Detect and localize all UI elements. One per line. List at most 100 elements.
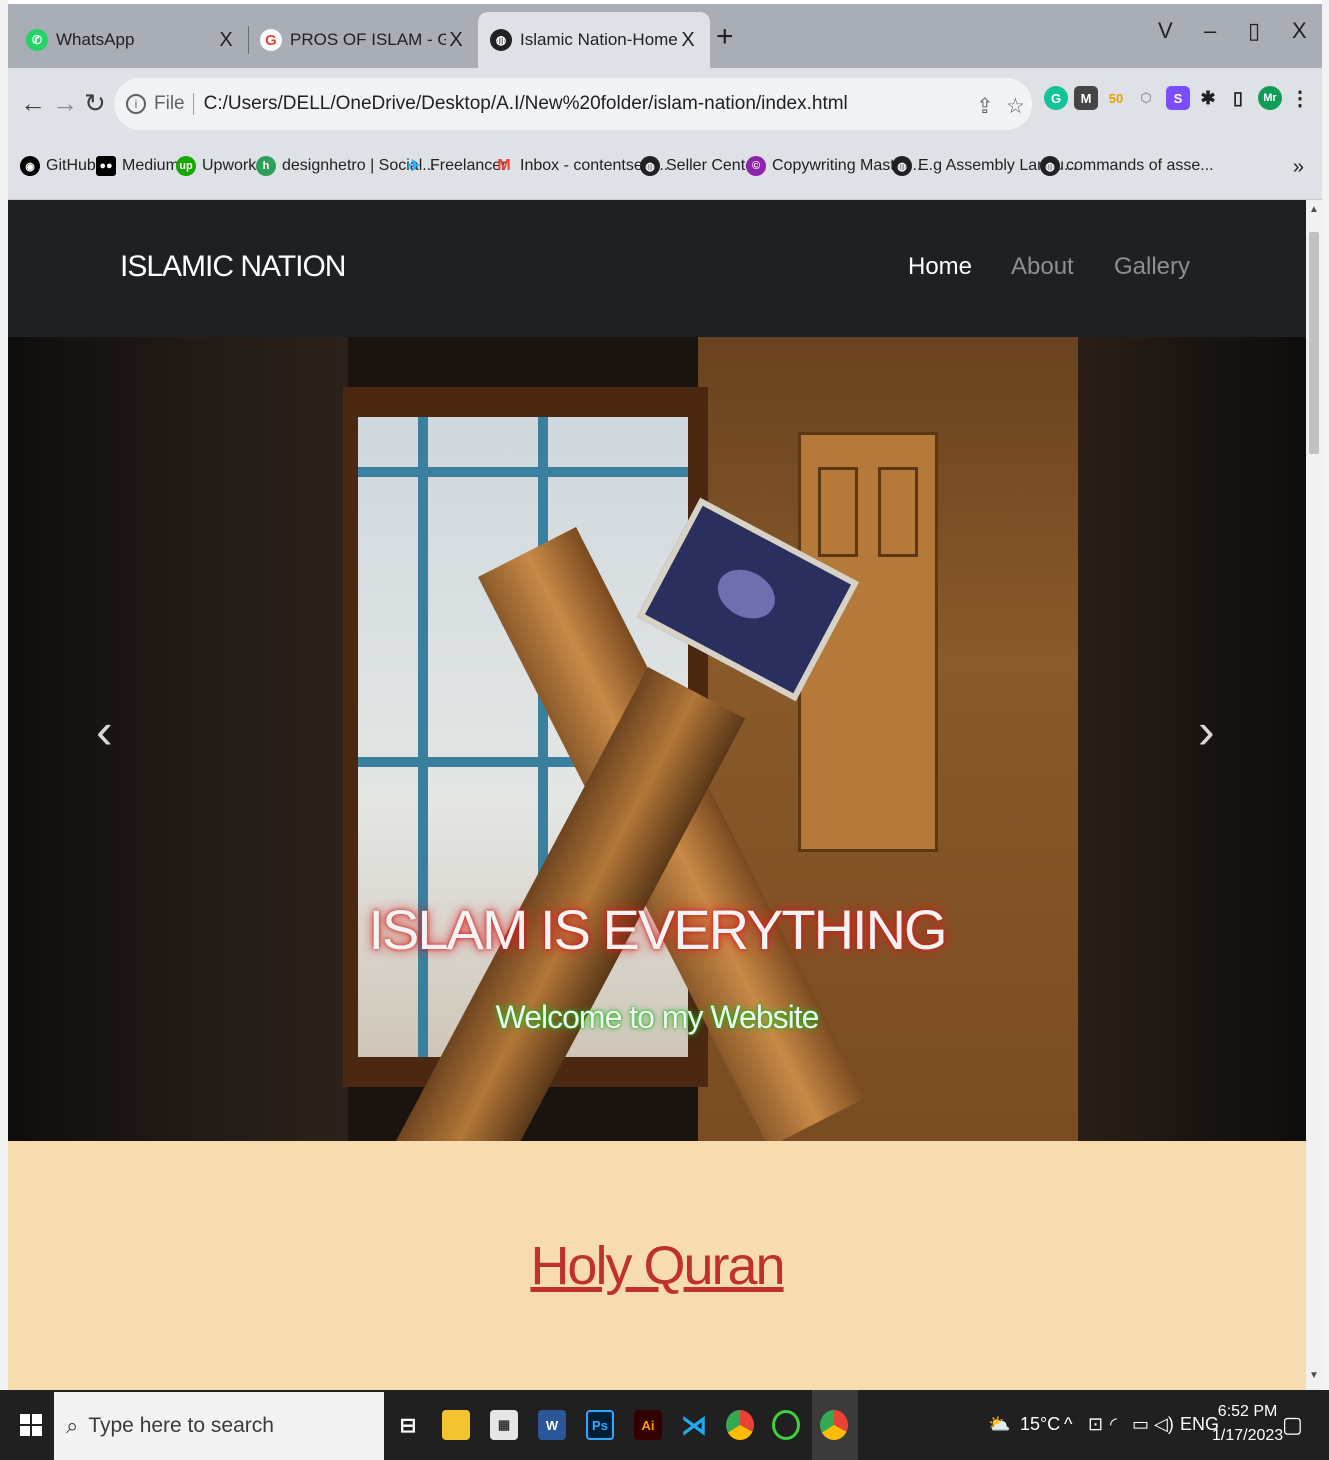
reload-button[interactable]: ↻: [84, 88, 106, 119]
hero-carousel: ‹ › ISLAM IS EVERYTHING Welcome to my We…: [8, 337, 1306, 1141]
tab-close-icon[interactable]: X: [678, 29, 698, 52]
menu-kebab-icon[interactable]: ⋮: [1288, 86, 1312, 110]
extension-s-icon[interactable]: S: [1166, 86, 1190, 110]
bookmark-upwork[interactable]: up Upwork: [176, 156, 256, 176]
bookmarks-overflow-button[interactable]: »: [1293, 156, 1304, 179]
nav-link-home[interactable]: Home: [908, 253, 972, 281]
bookmarks-bar: ◉ GitHub ●● Medium up Upwork h designhetro |…: [8, 136, 1322, 200]
globe-icon: ◍: [892, 156, 912, 176]
wifi-icon[interactable]: ◜: [1110, 1414, 1117, 1435]
chrome-icon[interactable]: [726, 1410, 754, 1440]
hero-subtitle: Welcome to my Website: [495, 999, 820, 1035]
tab-whatsapp[interactable]: ✆ WhatsApp X: [14, 12, 248, 68]
app-ring-icon[interactable]: [772, 1410, 800, 1440]
store-icon[interactable]: ▦: [490, 1410, 518, 1440]
side-panel-icon[interactable]: ▯: [1226, 86, 1250, 110]
scroll-down-icon[interactable]: ▼: [1309, 1370, 1319, 1381]
volume-icon[interactable]: ◁): [1154, 1414, 1174, 1435]
hero-wood-panel: [818, 467, 858, 557]
tab-title: PROS OF ISLAM - Google Search: [290, 30, 446, 49]
tab-close-icon[interactable]: X: [446, 29, 466, 52]
search-icon: ⌕: [66, 1413, 79, 1438]
new-tab-button[interactable]: +: [716, 20, 734, 54]
browser-window: ✆ WhatsApp X G PROS OF ISLAM - Google Se…: [8, 4, 1322, 200]
extensions-puzzle-icon[interactable]: ✱: [1196, 86, 1220, 110]
url-text[interactable]: C:/Users/DELL/OneDrive/Desktop/A.I/New%2…: [204, 93, 848, 115]
taskbar-search-placeholder: Type here to search: [88, 1414, 274, 1437]
back-button[interactable]: ←: [20, 88, 46, 119]
browser-toolbar: ← → ↻ i File C:/Users/DELL/OneDrive/Desk…: [8, 68, 1322, 136]
bookmark-star-icon[interactable]: ☆: [1006, 94, 1025, 119]
extension-shield-icon[interactable]: ⬡: [1134, 86, 1158, 110]
designhetro-icon: h: [256, 156, 276, 176]
bookmark-label: Upwork: [202, 157, 257, 174]
tab-title: Islamic Nation-Home: [520, 30, 678, 49]
nav-link-gallery[interactable]: Gallery: [1114, 253, 1190, 281]
windows-taskbar: ⌕ Type here to search ⊟ ▦ W Ps Ai ⋊ ⛅ 15…: [0, 1390, 1329, 1460]
whatsapp-icon: ✆: [26, 29, 48, 51]
chrome-profile-icon[interactable]: [820, 1410, 848, 1440]
taskbar-search-box[interactable]: ⌕ Type here to search: [54, 1392, 384, 1460]
bookmark-github[interactable]: ◉ GitHub: [20, 156, 96, 176]
weather-icon[interactable]: ⛅: [988, 1414, 1010, 1435]
tab-title: WhatsApp: [56, 30, 135, 49]
extension-m-icon[interactable]: M: [1074, 86, 1098, 110]
site-brand[interactable]: ISLAMIC NATION: [120, 250, 346, 284]
bookmark-medium[interactable]: ●● Medium: [96, 156, 179, 176]
copywriting-icon: ©: [746, 156, 766, 176]
profile-avatar-icon[interactable]: Mr: [1258, 86, 1282, 110]
maximize-button[interactable]: ▯: [1248, 18, 1260, 44]
grammarly-icon[interactable]: G: [1044, 86, 1068, 110]
taskbar-clock[interactable]: 6:52 PM 1/17/2023: [1212, 1400, 1283, 1448]
globe-icon: ◍: [640, 156, 660, 176]
freelancer-icon: ✈: [407, 158, 421, 175]
medium-icon: ●●: [96, 156, 116, 176]
hero-book-ornament: [709, 560, 784, 629]
carousel-next-button[interactable]: ›: [1198, 702, 1215, 760]
illustrator-icon[interactable]: Ai: [634, 1410, 662, 1440]
desktop-edge-right: [1322, 0, 1329, 1390]
scheme-label: File: [154, 93, 194, 115]
info-icon[interactable]: i: [126, 94, 146, 114]
address-bar[interactable]: i File C:/Users/DELL/OneDrive/Desktop/A.…: [114, 78, 1032, 130]
notification-icon[interactable]: ▢: [1282, 1412, 1303, 1438]
minimize-button[interactable]: –: [1204, 18, 1216, 44]
site-navbar: ISLAMIC NATION Home About Gallery: [8, 200, 1306, 337]
weather-temperature[interactable]: 15°C: [1020, 1414, 1060, 1435]
tab-close-icon[interactable]: X: [216, 29, 236, 52]
battery-icon[interactable]: ▭: [1132, 1414, 1149, 1435]
bookmark-freelancer[interactable]: ✈ Freelancer: [404, 156, 506, 176]
scroll-thumb[interactable]: [1309, 232, 1319, 454]
forward-button[interactable]: →: [52, 88, 78, 119]
file-explorer-icon[interactable]: [442, 1410, 470, 1440]
section-title-holy-quran[interactable]: Holy Quran: [8, 1235, 1306, 1297]
tab-islamic-nation[interactable]: ◍ Islamic Nation-Home X: [478, 12, 710, 68]
task-view-icon[interactable]: ⊟: [394, 1410, 422, 1440]
upwork-icon: up: [176, 156, 196, 176]
bookmark-commands[interactable]: ◍ commands of asse...: [1040, 156, 1214, 176]
clock-time: 6:52 PM: [1217, 1403, 1278, 1420]
photoshop-icon[interactable]: Ps: [586, 1410, 614, 1440]
close-window-button[interactable]: X: [1292, 18, 1307, 44]
windows-start-icon[interactable]: [20, 1414, 42, 1436]
tray-chevron-icon[interactable]: ^: [1064, 1414, 1072, 1435]
page-scrollbar[interactable]: ▲ ▼: [1306, 200, 1322, 1390]
bookmark-seller-center[interactable]: ◍ Seller Center: [640, 156, 759, 176]
bookmark-label: GitHub: [46, 157, 96, 174]
tab-search-button[interactable]: V: [1158, 18, 1173, 44]
bookmark-label: Medium: [122, 157, 179, 174]
word-icon[interactable]: W: [538, 1410, 566, 1440]
tab-strip: ✆ WhatsApp X G PROS OF ISLAM - Google Se…: [8, 4, 1322, 68]
vscode-icon[interactable]: ⋊: [680, 1410, 708, 1440]
meet-now-icon[interactable]: ⊡: [1088, 1414, 1103, 1435]
tab-google-search[interactable]: G PROS OF ISLAM - Google Search X: [248, 12, 478, 68]
globe-icon: ◍: [490, 29, 512, 51]
gmail-icon: M: [497, 157, 511, 174]
scroll-up-icon[interactable]: ▲: [1309, 204, 1319, 215]
share-icon[interactable]: ⇪: [976, 94, 994, 119]
nav-link-about[interactable]: About: [1011, 253, 1074, 281]
page-viewport: ISLAMIC NATION Home About Gallery ‹ › IS…: [8, 200, 1306, 1390]
extension-50-icon[interactable]: 50: [1104, 86, 1128, 110]
hero-window-bar: [358, 467, 688, 477]
carousel-prev-button[interactable]: ‹: [96, 702, 113, 760]
